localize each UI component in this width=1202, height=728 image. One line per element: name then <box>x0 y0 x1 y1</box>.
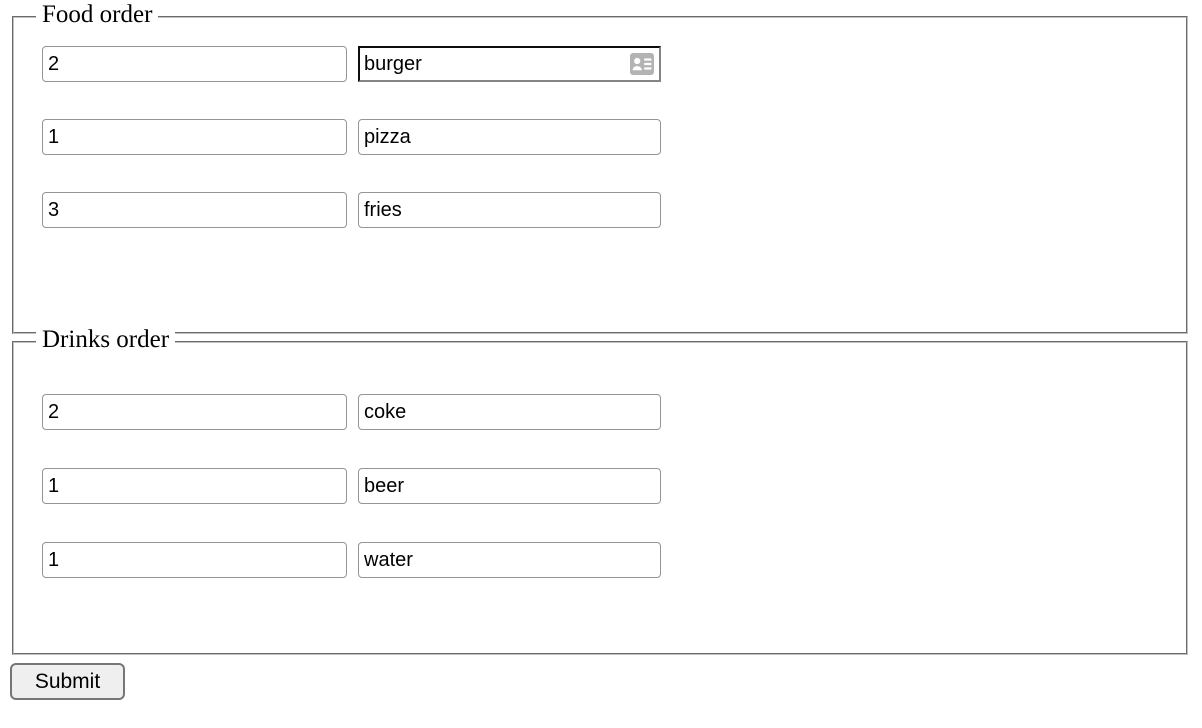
food-item-input-1[interactable]: burger <box>358 46 661 82</box>
autofill-contact-card-icon[interactable] <box>630 53 654 75</box>
order-row: 2 burger <box>42 46 661 82</box>
food-order-rows: 2 burger 1 pizza 3 fries <box>42 46 661 228</box>
food-quantity-value-3: 3 <box>48 199 60 221</box>
drink-quantity-input-3[interactable]: 1 <box>42 542 347 578</box>
food-item-value-1: burger <box>364 53 422 75</box>
drink-item-input-3[interactable]: water <box>358 542 661 578</box>
drink-quantity-input-2[interactable]: 1 <box>42 468 347 504</box>
order-row: 3 fries <box>42 192 661 228</box>
order-row: 2 coke <box>42 394 661 430</box>
drink-quantity-value-3: 1 <box>48 549 60 571</box>
drink-item-input-2[interactable]: beer <box>358 468 661 504</box>
food-item-value-2: pizza <box>364 126 411 148</box>
fieldset-food-order: Food order 2 burger 1 pizza 3 fries <box>12 1 1188 334</box>
food-quantity-input-2[interactable]: 1 <box>42 119 347 155</box>
fieldset-legend-drinks-order: Drinks order <box>36 326 176 354</box>
food-item-input-3[interactable]: fries <box>358 192 661 228</box>
drink-item-value-3: water <box>364 549 413 571</box>
submit-button[interactable]: Submit <box>10 663 125 700</box>
fieldset-legend-food-order: Food order <box>36 1 159 29</box>
drink-quantity-input-1[interactable]: 2 <box>42 394 347 430</box>
food-quantity-input-3[interactable]: 3 <box>42 192 347 228</box>
drink-item-value-2: beer <box>364 475 405 497</box>
drink-item-value-1: coke <box>364 401 407 423</box>
fieldset-drinks-order: Drinks order 2 coke 1 beer 1 water <box>12 326 1188 655</box>
drink-item-input-1[interactable]: coke <box>358 394 661 430</box>
food-quantity-value-1: 2 <box>48 53 60 75</box>
food-quantity-value-2: 1 <box>48 126 60 148</box>
drink-quantity-value-1: 2 <box>48 401 60 423</box>
order-form-page: Food order 2 burger 1 pizza 3 fries Drin… <box>0 0 1202 728</box>
food-item-input-2[interactable]: pizza <box>358 119 661 155</box>
order-row: 1 pizza <box>42 119 661 155</box>
order-row: 1 beer <box>42 468 661 504</box>
drink-quantity-value-2: 1 <box>48 475 60 497</box>
order-row: 1 water <box>42 542 661 578</box>
food-item-value-3: fries <box>364 199 402 221</box>
food-quantity-input-1[interactable]: 2 <box>42 46 347 82</box>
drinks-order-rows: 2 coke 1 beer 1 water <box>42 394 661 578</box>
